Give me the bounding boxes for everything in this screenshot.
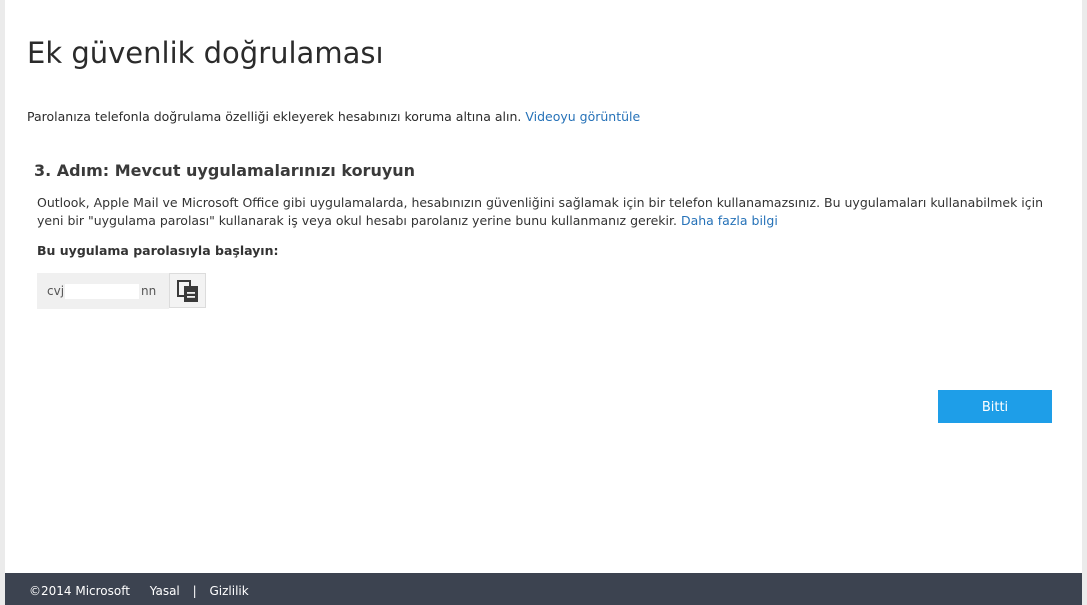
step-title: 3. Adım: Mevcut uygulamalarınızı koruyun (34, 161, 416, 180)
app-password-suffix: nn (141, 284, 157, 298)
footer-privacy-link[interactable]: Gizlilik (209, 584, 248, 598)
step-description: Outlook, Apple Mail ve Microsoft Office … (37, 194, 1052, 230)
learn-more-link[interactable]: Daha fazla bilgi (681, 213, 778, 228)
page-frame: Ek güvenlik doğrulaması Parolanıza telef… (0, 0, 1087, 605)
copy-icon (177, 280, 198, 302)
footer: ©2014 Microsoft Yasal | Gizlilik (5, 573, 1082, 605)
app-password-field[interactable]: cvj nn (37, 273, 169, 309)
done-button[interactable]: Bitti (938, 390, 1052, 423)
app-password-redaction (65, 284, 139, 299)
app-password-prefix: cvj (47, 284, 65, 298)
page-title: Ek güvenlik doğrulaması (27, 36, 384, 70)
footer-links: ©2014 Microsoft Yasal | Gizlilik (29, 584, 249, 598)
footer-legal-link[interactable]: Yasal (150, 584, 180, 598)
footer-separator: | (192, 584, 197, 598)
app-password-label: Bu uygulama parolasıyla başlayın: (37, 243, 279, 258)
watch-video-link[interactable]: Videoyu görüntüle (525, 109, 640, 124)
copy-password-button[interactable] (169, 273, 206, 308)
intro-text: Parolanıza telefonla doğrulama özelliği … (27, 109, 522, 124)
footer-copyright: ©2014 Microsoft (29, 584, 130, 598)
step-description-text: Outlook, Apple Mail ve Microsoft Office … (37, 195, 1044, 228)
intro-paragraph: Parolanıza telefonla doğrulama özelliği … (27, 109, 640, 124)
